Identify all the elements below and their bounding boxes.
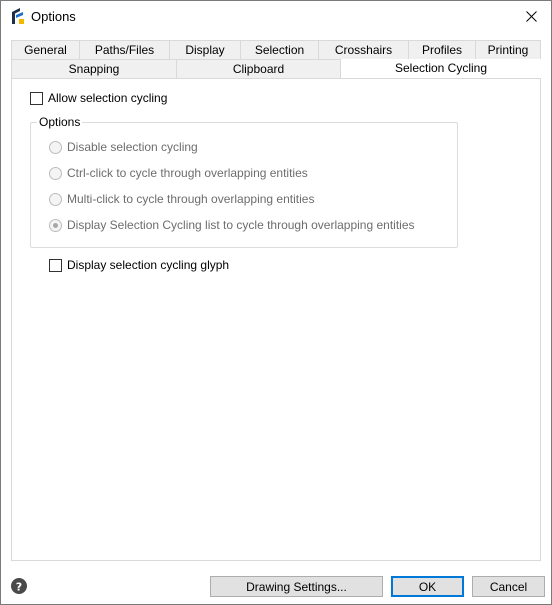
app-logo-icon (12, 8, 24, 24)
tab-paths-files[interactable]: Paths/Files (79, 40, 170, 59)
cancel-button[interactable]: Cancel (472, 576, 545, 597)
tab-snapping[interactable]: Snapping (11, 59, 177, 78)
help-icon[interactable]: ? (11, 578, 27, 594)
checkbox-box[interactable] (30, 91, 43, 105)
radio-button[interactable] (49, 166, 62, 180)
drawing-settings-button[interactable]: Drawing Settings... (210, 576, 383, 597)
radio-ctrl-click[interactable]: Ctrl-click to cycle through overlapping … (49, 166, 308, 180)
allow-selection-cycling-label: Allow selection cycling (48, 91, 168, 105)
svg-text:?: ? (16, 580, 22, 593)
tab-clipboard[interactable]: Clipboard (176, 59, 341, 78)
display-cycling-glyph-checkbox[interactable]: Display selection cycling glyph (49, 258, 229, 272)
window-title: Options (31, 9, 76, 24)
selection-cycling-panel: Allow selection cycling Options Disable … (11, 78, 541, 561)
radio-button[interactable] (49, 218, 62, 232)
ok-button[interactable]: OK (391, 576, 464, 597)
radio-button[interactable] (49, 140, 62, 154)
close-button[interactable] (511, 1, 551, 32)
radio-label: Multi-click to cycle through overlapping… (67, 192, 315, 206)
radio-disable-selection-cycling[interactable]: Disable selection cycling (49, 140, 198, 154)
close-icon (525, 11, 537, 22)
radio-multi-click[interactable]: Multi-click to cycle through overlapping… (49, 192, 314, 206)
radio-label: Disable selection cycling (67, 140, 198, 154)
radio-label: Ctrl-click to cycle through overlapping … (67, 166, 308, 180)
radio-button[interactable] (49, 192, 62, 206)
radio-label: Display Selection Cycling list to cycle … (67, 218, 415, 232)
title-bar[interactable]: Options (1, 1, 551, 32)
options-group-legend: Options (37, 115, 83, 129)
allow-selection-cycling-checkbox[interactable]: Allow selection cycling (30, 91, 167, 105)
radio-display-cycling-list[interactable]: Display Selection Cycling list to cycle … (49, 218, 415, 232)
tab-selection-cycling[interactable]: Selection Cycling (340, 57, 542, 78)
tab-display[interactable]: Display (169, 40, 241, 59)
tab-row-2: Snapping Clipboard Selection Cycling (11, 59, 541, 78)
options-dialog: Options General Paths/Files Display Sele… (0, 0, 552, 605)
tab-general[interactable]: General (11, 40, 80, 59)
display-cycling-glyph-label: Display selection cycling glyph (67, 258, 230, 272)
tab-selection[interactable]: Selection (240, 40, 319, 59)
checkbox-box[interactable] (49, 258, 62, 272)
options-groupbox: Options Disable selection cycling Ctrl-c… (30, 115, 458, 248)
